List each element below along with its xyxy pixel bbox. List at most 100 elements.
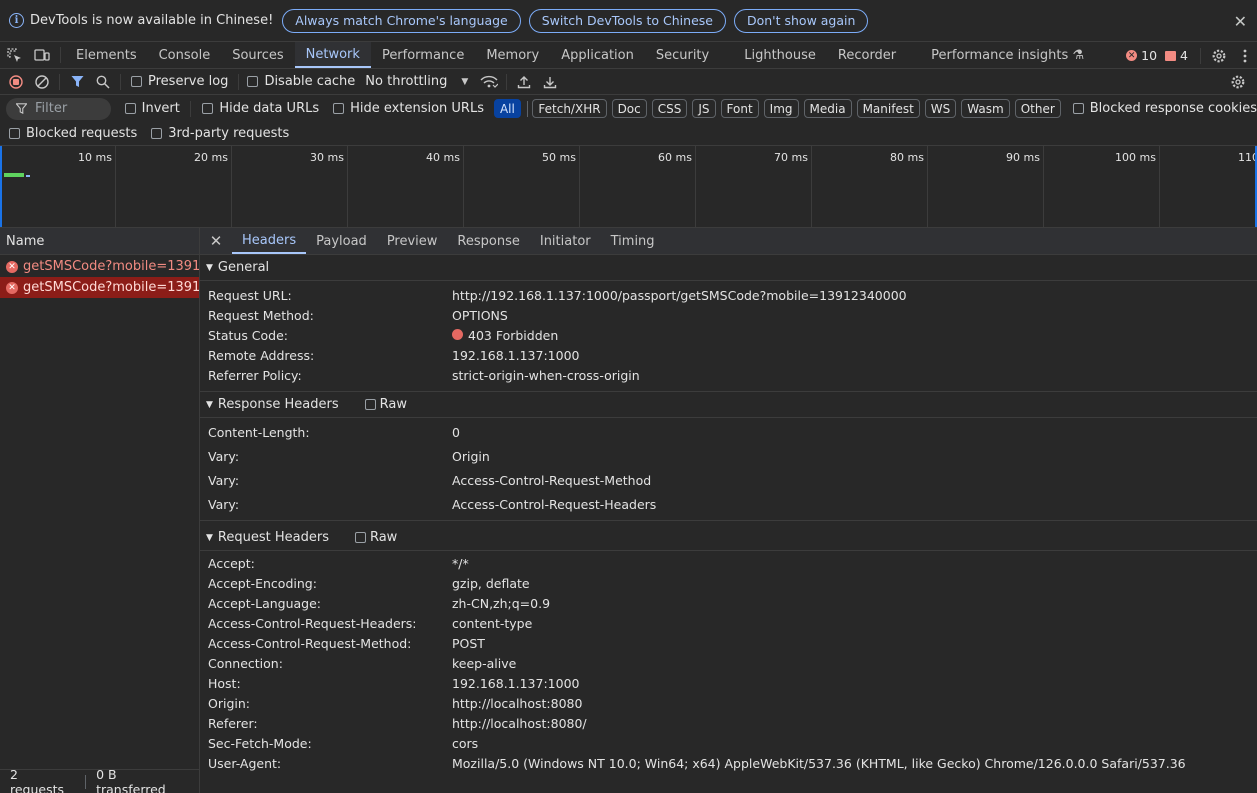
match-language-button[interactable]: Always match Chrome's language bbox=[282, 8, 521, 33]
header-key: Accept-Language: bbox=[208, 595, 322, 611]
type-filter-fetch-xhr[interactable]: Fetch/XHR bbox=[532, 99, 607, 118]
search-icon[interactable] bbox=[90, 71, 116, 93]
dont-show-again-button[interactable]: Don't show again bbox=[733, 8, 869, 33]
tab-security[interactable]: Security bbox=[645, 42, 720, 68]
preserve-log-checkbox[interactable]: Preserve log bbox=[131, 74, 228, 89]
checkbox-box[interactable] bbox=[124, 103, 136, 114]
hide-data-urls-checkbox[interactable]: Hide data URLs bbox=[202, 101, 319, 116]
stop-recording-icon[interactable] bbox=[3, 71, 29, 93]
tab-network[interactable]: Network bbox=[294, 42, 371, 68]
tab-performance[interactable]: Performance bbox=[371, 42, 475, 68]
error-counter[interactable]: ✕ 10 bbox=[1126, 48, 1157, 63]
network-settings-gear-icon[interactable] bbox=[1225, 71, 1251, 93]
issues-counter[interactable]: 4 bbox=[1165, 48, 1188, 63]
checkbox-box[interactable] bbox=[202, 103, 214, 114]
checkbox-box[interactable] bbox=[131, 76, 142, 87]
close-icon[interactable]: ✕ bbox=[200, 228, 232, 254]
blocked-response-cookies-checkbox[interactable]: Blocked response cookies bbox=[1072, 101, 1257, 116]
request-headers-section-header[interactable]: ▼ Request Headers Raw bbox=[200, 525, 1257, 551]
type-filter-font[interactable]: Font bbox=[720, 99, 759, 118]
type-filter-ws[interactable]: WS bbox=[924, 99, 957, 118]
tab-headers[interactable]: Headers bbox=[232, 228, 307, 254]
tab-payload[interactable]: Payload bbox=[306, 228, 377, 254]
raw-checkbox[interactable]: Raw bbox=[364, 397, 407, 412]
expand-triangle-icon: ▼ bbox=[206, 532, 213, 543]
header-value: content-type bbox=[452, 615, 533, 631]
language-infobar: i DevTools is now available in Chinese! … bbox=[0, 0, 1257, 42]
blocked-requests-checkbox[interactable]: Blocked requests bbox=[9, 126, 137, 141]
tab-sources[interactable]: Sources bbox=[221, 42, 294, 68]
type-filter-js[interactable]: JS bbox=[692, 99, 716, 118]
type-filter-img[interactable]: Img bbox=[763, 99, 799, 118]
checkbox-box[interactable] bbox=[247, 76, 259, 87]
clear-icon[interactable] bbox=[29, 71, 55, 93]
toolbar-divider bbox=[238, 73, 240, 90]
tick-label: 10 ms bbox=[78, 151, 112, 164]
request-row[interactable]: ✕ getSMSCode?mobile=13912340000 bbox=[0, 256, 199, 277]
throttling-value: No throttling bbox=[365, 74, 448, 89]
header-row: Request URL: http://192.168.1.137:1000/pa… bbox=[200, 285, 1257, 305]
checkbox-box[interactable] bbox=[1072, 103, 1084, 114]
checkbox-box[interactable] bbox=[333, 103, 345, 114]
type-filter-other[interactable]: Other bbox=[1014, 99, 1061, 118]
tab-recorder[interactable]: Recorder bbox=[827, 42, 907, 68]
type-filter-media[interactable]: Media bbox=[803, 99, 852, 118]
type-filter-all[interactable]: All bbox=[493, 99, 521, 118]
tab-timing[interactable]: Timing bbox=[601, 228, 665, 254]
checkbox-box[interactable] bbox=[364, 399, 376, 410]
inspect-element-icon[interactable] bbox=[0, 42, 28, 68]
tab-initiator[interactable]: Initiator bbox=[530, 228, 601, 254]
header-key: Host: bbox=[208, 675, 241, 691]
tick-label: 20 ms bbox=[194, 151, 228, 164]
type-filter-doc[interactable]: Doc bbox=[611, 99, 647, 118]
response-headers-section-header[interactable]: ▼ Response Headers Raw bbox=[200, 392, 1257, 418]
request-row-selected[interactable]: ✕ getSMSCode?mobile=13912340000 bbox=[0, 277, 199, 298]
tab-response[interactable]: Response bbox=[447, 228, 529, 254]
throttling-select[interactable]: No throttling ▼ bbox=[365, 74, 468, 89]
third-party-requests-checkbox[interactable]: 3rd-party requests bbox=[151, 126, 289, 141]
request-summary-bar: 2 requests 0 B transferred bbox=[0, 767, 199, 793]
section-title: Response Headers bbox=[217, 397, 339, 412]
overview-tick: 10 ms bbox=[0, 146, 116, 227]
header-key: Vary: bbox=[208, 448, 240, 464]
tab-preview[interactable]: Preview bbox=[377, 228, 448, 254]
name-column-header[interactable]: Name bbox=[0, 228, 199, 255]
close-icon[interactable]: ✕ bbox=[1234, 12, 1247, 31]
tab-memory[interactable]: Memory bbox=[475, 42, 550, 68]
network-overview-timeline[interactable]: 10 ms 20 ms 30 ms 40 ms 50 ms 60 ms 70 m… bbox=[0, 146, 1257, 228]
type-filter-css[interactable]: CSS bbox=[651, 99, 688, 118]
toolbar-divider bbox=[59, 73, 60, 90]
header-row: Vary: Access-Control-Request-Headers bbox=[200, 492, 1257, 516]
disable-cache-checkbox[interactable]: Disable cache bbox=[247, 74, 355, 89]
filter-input[interactable]: Filter bbox=[6, 97, 111, 120]
tab-application[interactable]: Application bbox=[550, 42, 645, 68]
type-filter-wasm[interactable]: Wasm bbox=[961, 99, 1010, 118]
type-filter-manifest[interactable]: Manifest bbox=[856, 99, 920, 118]
error-icon: ✕ bbox=[6, 260, 18, 273]
general-section-header[interactable]: ▼ General bbox=[200, 255, 1257, 281]
import-har-icon[interactable] bbox=[511, 71, 537, 93]
tab-elements[interactable]: Elements bbox=[65, 42, 148, 68]
header-key: Vary: bbox=[208, 496, 240, 512]
tab-console[interactable]: Console bbox=[148, 42, 222, 68]
status-error-dot-icon bbox=[452, 328, 463, 340]
tab-performance-insights[interactable]: Performance insights ⚗ bbox=[907, 42, 1095, 68]
filter-funnel-icon[interactable] bbox=[64, 71, 90, 93]
raw-checkbox[interactable]: Raw bbox=[354, 530, 397, 545]
settings-gear-icon[interactable] bbox=[1205, 48, 1233, 64]
checkbox-box[interactable] bbox=[354, 532, 366, 543]
hide-extension-urls-checkbox[interactable]: Hide extension URLs bbox=[333, 101, 484, 116]
network-conditions-wifi-icon[interactable] bbox=[476, 71, 502, 93]
invert-label: Invert bbox=[141, 101, 180, 116]
export-har-icon[interactable] bbox=[537, 71, 563, 93]
toolbar-divider bbox=[189, 100, 191, 117]
overview-left-handle[interactable] bbox=[0, 146, 2, 227]
invert-checkbox[interactable]: Invert bbox=[124, 101, 180, 116]
tab-lighthouse[interactable]: Lighthouse bbox=[720, 42, 827, 68]
checkbox-box[interactable] bbox=[9, 128, 20, 139]
checkbox-box[interactable] bbox=[151, 128, 163, 139]
device-toolbar-icon[interactable] bbox=[28, 42, 56, 68]
more-options-icon[interactable] bbox=[1233, 49, 1257, 63]
switch-to-chinese-button[interactable]: Switch DevTools to Chinese bbox=[528, 8, 726, 33]
overview-tick: 80 ms bbox=[812, 146, 928, 227]
